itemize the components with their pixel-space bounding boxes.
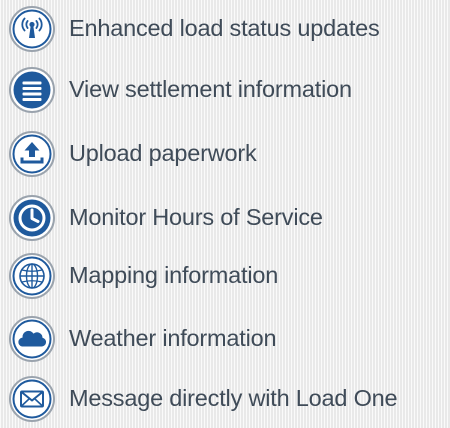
envelope-icon	[8, 375, 56, 423]
feature-list: Enhanced load status updates View settle…	[8, 0, 448, 422]
feature-label: View settlement information	[69, 76, 352, 103]
feature-item-settlement: View settlement information	[8, 61, 352, 119]
feature-label: Upload paperwork	[69, 140, 257, 167]
menu-list-icon	[8, 66, 56, 114]
clock-icon	[8, 194, 56, 242]
feature-label: Mapping information	[69, 262, 279, 289]
globe-icon	[8, 252, 56, 300]
radio-tower-icon	[8, 5, 56, 53]
feature-label: Monitor Hours of Service	[69, 204, 323, 231]
feature-item-mapping: Mapping information	[8, 247, 278, 305]
feature-item-messaging: Message directly with Load One	[8, 370, 398, 428]
feature-item-weather: Weather information	[8, 310, 277, 368]
feature-item-hours-of-service: Monitor Hours of Service	[8, 189, 323, 247]
cloud-icon	[8, 315, 56, 363]
feature-item-upload-paperwork: Upload paperwork	[8, 125, 257, 183]
feature-label: Enhanced load status updates	[69, 15, 380, 42]
upload-tray-icon	[8, 130, 56, 178]
feature-label: Weather information	[69, 325, 277, 352]
feature-label: Message directly with Load One	[69, 385, 398, 412]
feature-item-load-status: Enhanced load status updates	[8, 0, 380, 58]
